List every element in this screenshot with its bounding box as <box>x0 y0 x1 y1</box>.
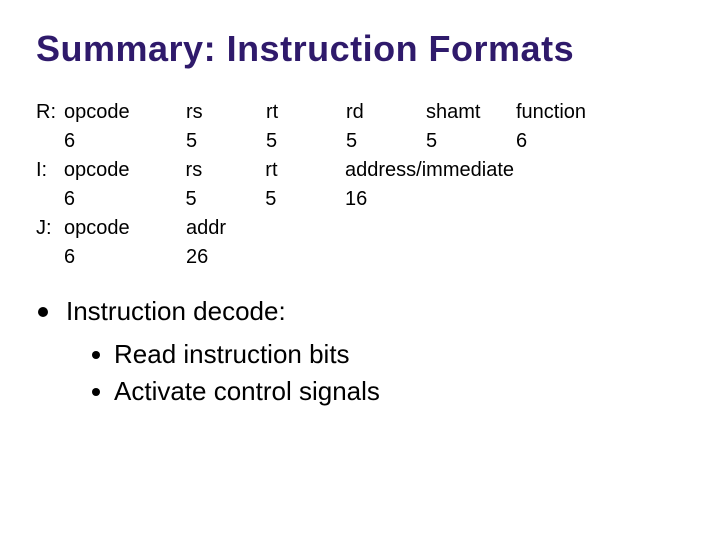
format-cell: 6 <box>516 127 606 156</box>
format-r-label: R: <box>36 98 64 127</box>
format-cell: address/immediate <box>345 156 684 185</box>
format-cell: 5 <box>186 127 266 156</box>
format-cell: 6 <box>64 243 186 272</box>
format-cell: 6 <box>64 127 186 156</box>
format-cell: rd <box>346 98 426 127</box>
format-cell: 5 <box>266 127 346 156</box>
format-j-bits-row: 6 26 <box>36 243 684 272</box>
bullet-icon <box>38 307 48 317</box>
slide-title: Summary: Instruction Formats <box>36 28 684 70</box>
format-cell: rt <box>266 98 346 127</box>
instruction-formats-block: R: opcode rs rt rd shamt function 6 5 5 … <box>36 98 684 272</box>
format-cell <box>36 185 64 214</box>
format-cell: addr <box>186 214 266 243</box>
format-cell: shamt <box>426 98 516 127</box>
format-cell: rs <box>186 156 266 185</box>
list-item-label: Read instruction bits <box>114 339 350 370</box>
format-cell: 26 <box>186 243 266 272</box>
format-cell: 5 <box>346 127 426 156</box>
slide: Summary: Instruction Formats R: opcode r… <box>0 0 720 540</box>
format-cell <box>36 127 64 156</box>
format-cell: 5 <box>186 185 266 214</box>
format-cell: opcode <box>64 156 186 185</box>
format-cell: 6 <box>64 185 186 214</box>
list-item: Read instruction bits <box>92 339 684 370</box>
list-item: Activate control signals <box>92 376 684 407</box>
format-cell: rs <box>186 98 266 127</box>
format-cell: 16 <box>345 185 684 214</box>
format-j-fields-row: J: opcode addr <box>36 214 684 243</box>
format-cell: rt <box>265 156 345 185</box>
format-cell: 5 <box>426 127 516 156</box>
format-cell: 5 <box>265 185 345 214</box>
format-r-fields-row: R: opcode rs rt rd shamt function <box>36 98 684 127</box>
bullet-icon <box>92 351 100 359</box>
format-i-bits-row: 6 5 5 16 <box>36 185 684 214</box>
decode-sublist: Read instruction bits Activate control s… <box>92 339 684 407</box>
format-r-bits-row: 6 5 5 5 5 6 <box>36 127 684 156</box>
format-cell: function <box>516 98 606 127</box>
format-cell: opcode <box>64 98 186 127</box>
bullet-icon <box>92 388 100 396</box>
format-i-label: I: <box>36 156 64 185</box>
format-cell <box>36 243 64 272</box>
list-item-label: Activate control signals <box>114 376 380 407</box>
decode-heading-line: Instruction decode: <box>38 296 684 327</box>
format-i-fields-row: I: opcode rs rt address/immediate <box>36 156 684 185</box>
format-j-label: J: <box>36 214 64 243</box>
decode-heading: Instruction decode: <box>66 296 286 327</box>
format-cell: opcode <box>64 214 186 243</box>
